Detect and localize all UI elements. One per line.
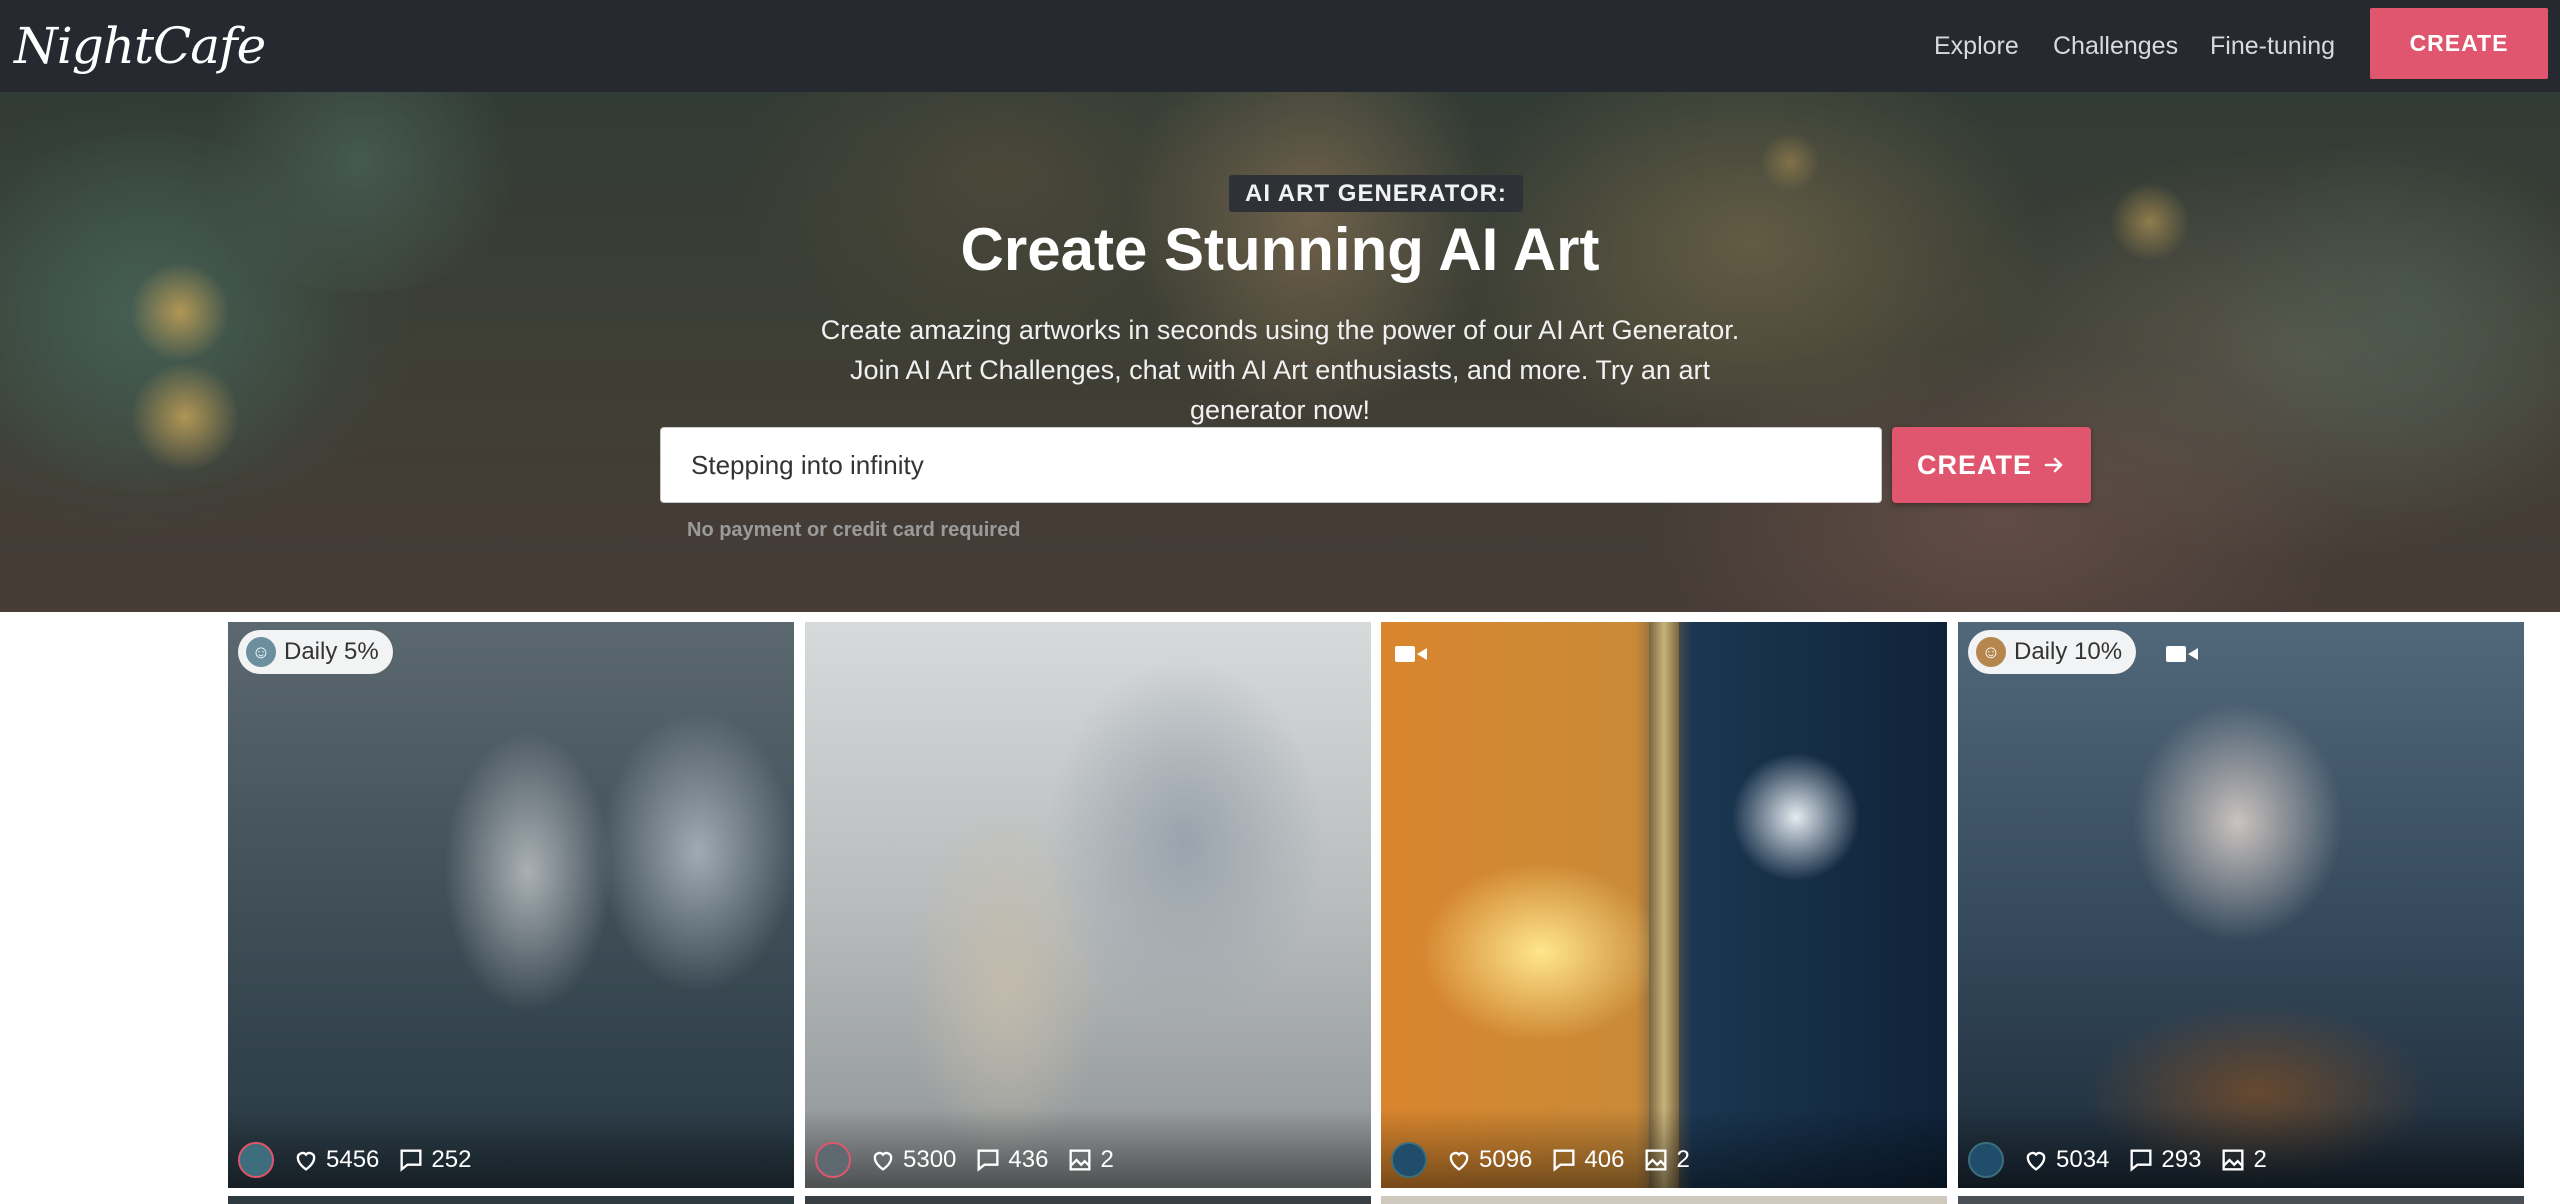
gallery-card-partial[interactable] [1958,1196,2524,1204]
images-stat[interactable]: 2 [1642,1146,1690,1174]
creator-avatar[interactable] [815,1142,851,1178]
comment-count: 293 [2161,1146,2202,1173]
comment-stat[interactable]: 436 [974,1146,1048,1174]
heart-icon [2026,1151,2046,1171]
like-stat[interactable]: 5300 [869,1146,956,1174]
comment-count: 252 [431,1146,472,1173]
comment-stat[interactable]: 252 [397,1146,471,1174]
images-stat[interactable]: 2 [2219,1146,2267,1174]
comment-icon [1553,1149,1575,1172]
hero-badge: AI ART GENERATOR: [1229,175,1523,212]
heart-icon [1449,1151,1469,1171]
comment-stat[interactable]: 293 [2127,1146,2201,1174]
creator-avatar[interactable] [1391,1142,1427,1178]
gallery-card-partial[interactable] [1381,1196,1947,1204]
gallery-card[interactable]: 5300 436 2 [805,622,1371,1188]
gallery-card-partial[interactable] [228,1196,794,1204]
heart-icon [296,1151,316,1171]
daily-challenge-tag[interactable]: ☺ Daily 10% [1968,630,2137,674]
comment-count: 406 [1584,1146,1625,1173]
like-count: 5300 [903,1146,957,1173]
card-stats: 5456 252 [238,1142,471,1178]
robot-icon: ☺ [1976,637,2006,667]
nav-create-button[interactable]: CREATE [2370,8,2548,79]
zipper-graphic [1649,622,1679,1188]
comment-count: 436 [1008,1146,1049,1173]
comment-icon [400,1149,422,1172]
daily-challenge-tag[interactable]: ☺ Daily 5% [238,630,393,674]
images-icon [1069,1149,1091,1171]
robot-icon: ☺ [246,637,276,667]
image-count: 2 [2253,1146,2267,1173]
hero-subtitle: Create amazing artworks in seconds using… [820,315,1740,425]
video-icon [1395,646,1427,662]
gallery-card[interactable]: ☺ Daily 10% 5034 293 2 [1958,622,2524,1188]
no-payment-note: No payment or credit card required [687,519,1021,541]
like-stat[interactable]: 5096 [1445,1146,1532,1174]
comment-icon [977,1149,999,1172]
comment-stat[interactable]: 406 [1550,1146,1624,1174]
images-stat[interactable]: 2 [1066,1146,1114,1174]
artwork-image [228,622,794,1188]
artwork-image [805,622,1371,1188]
comment-icon [2130,1149,2152,1172]
like-stat[interactable]: 5456 [292,1146,379,1174]
card-stats: 5034 293 2 [1968,1142,2267,1178]
image-count: 2 [1100,1146,1114,1173]
card-stats: 5096 406 2 [1391,1142,1690,1178]
like-count: 5096 [1479,1146,1533,1173]
gallery-card-partial[interactable] [805,1196,1371,1204]
creator-avatar[interactable] [238,1142,274,1178]
nav-fine-tuning[interactable]: Fine-tuning [2210,0,2335,92]
nav-explore[interactable]: Explore [1934,0,2019,92]
like-count: 5034 [2056,1146,2110,1173]
images-icon [1645,1149,1667,1171]
prompt-input[interactable] [660,427,1882,503]
images-icon [2222,1149,2244,1171]
like-count: 5456 [326,1146,380,1173]
image-count: 2 [1676,1146,1690,1173]
nav-challenges[interactable]: Challenges [2053,0,2178,92]
hero-create-button[interactable]: CREATE [1892,427,2091,503]
card-stats: 5300 436 2 [815,1142,1114,1178]
heart-icon [873,1151,893,1171]
artwork-image [1958,622,2524,1188]
nightcafe-logo[interactable]: NightCafe [14,10,266,82]
like-stat[interactable]: 5034 [2022,1146,2109,1174]
top-navbar: NightCafe Explore Challenges Fine-tuning… [0,0,2560,92]
gallery-card[interactable]: 5096 406 2 [1381,622,1947,1188]
video-icon [2166,646,2198,662]
daily-tag-label: Daily 5% [284,638,379,665]
daily-tag-label: Daily 10% [2014,638,2123,665]
hero-title: Create Stunning AI Art [960,216,1600,283]
arrow-right-icon [2044,457,2063,473]
gallery-card[interactable]: ☺ Daily 5% 5456 252 [228,622,794,1188]
hero-create-label: CREATE [1916,449,2032,480]
creator-avatar[interactable] [1968,1142,2004,1178]
